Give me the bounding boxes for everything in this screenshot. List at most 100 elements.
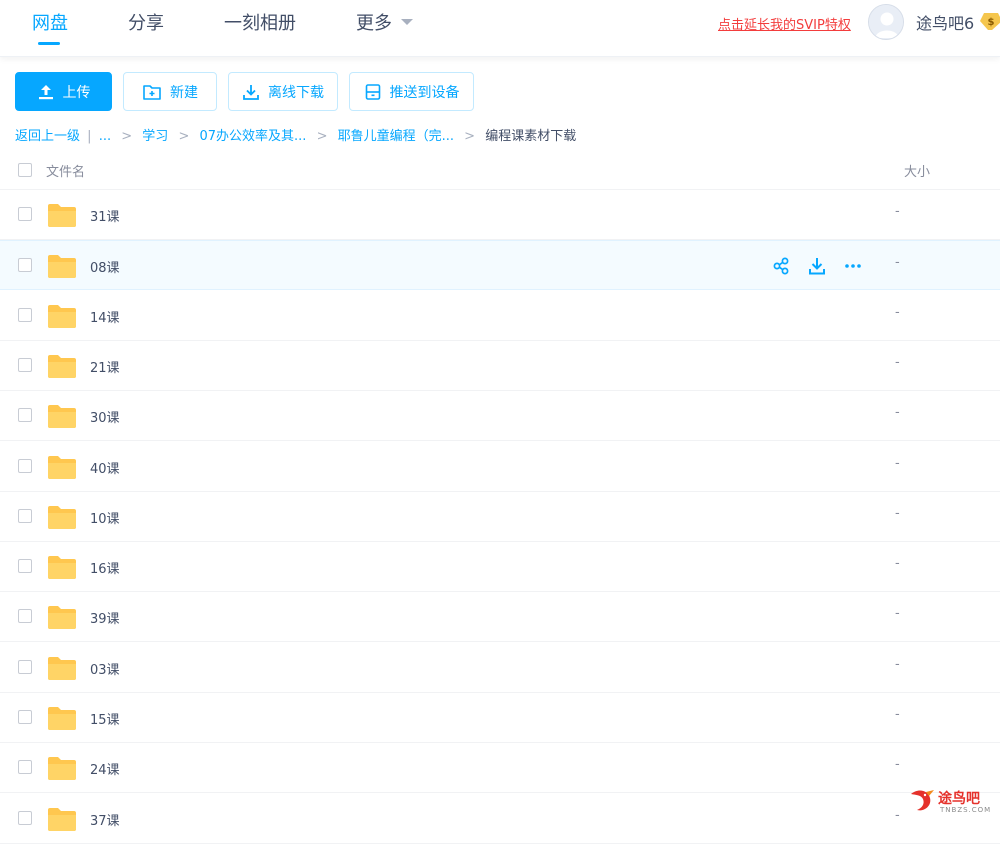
tab-more-label: 更多 bbox=[356, 13, 392, 34]
tab-more[interactable]: 更多 bbox=[356, 9, 413, 35]
chevron-down-icon bbox=[401, 19, 413, 25]
folder-icon bbox=[48, 707, 76, 730]
file-row[interactable]: 10课 - bbox=[0, 492, 1000, 542]
file-size: - bbox=[895, 707, 900, 722]
vip-badge-icon[interactable]: $ bbox=[978, 11, 1000, 31]
file-name[interactable]: 14课 bbox=[90, 307, 120, 326]
file-name[interactable]: 16课 bbox=[90, 558, 120, 577]
svip-renew-link[interactable]: 点击延长我的SVIP特权 bbox=[718, 14, 851, 33]
top-navbar: 网盘 分享 一刻相册 更多 点击延长我的SVIP特权 途鸟吧6 $ bbox=[0, 0, 1000, 57]
file-row[interactable]: 15课 - bbox=[0, 693, 1000, 743]
row-checkbox[interactable] bbox=[18, 609, 32, 623]
tab-netdisk[interactable]: 网盘 bbox=[32, 9, 68, 35]
file-name[interactable]: 10课 bbox=[90, 508, 120, 527]
folder-icon bbox=[48, 606, 76, 629]
file-name[interactable]: 21课 bbox=[90, 357, 120, 376]
watermark-subtext: TNBZS.COM bbox=[940, 806, 992, 814]
folder-icon bbox=[48, 305, 76, 328]
breadcrumb-separator: > bbox=[121, 129, 133, 144]
row-checkbox[interactable] bbox=[18, 760, 32, 774]
folder-icon bbox=[48, 657, 76, 680]
file-name[interactable]: 40课 bbox=[90, 458, 120, 477]
folder-icon bbox=[48, 255, 76, 278]
file-size: - bbox=[895, 556, 900, 571]
file-row[interactable]: 30课 - bbox=[0, 391, 1000, 441]
column-header-size[interactable]: 大小 bbox=[904, 161, 930, 180]
file-list-header: 文件名 大小 bbox=[0, 150, 1000, 190]
bird-logo-icon bbox=[911, 790, 934, 811]
breadcrumb-separator: > bbox=[316, 129, 328, 144]
file-size: - bbox=[895, 757, 900, 772]
row-checkbox[interactable] bbox=[18, 710, 32, 724]
row-checkbox[interactable] bbox=[18, 459, 32, 473]
file-name[interactable]: 39课 bbox=[90, 608, 120, 627]
file-name[interactable]: 15课 bbox=[90, 709, 120, 728]
file-name[interactable]: 24课 bbox=[90, 759, 120, 778]
tab-moment-album[interactable]: 一刻相册 bbox=[224, 9, 296, 35]
file-row[interactable]: 14课 - bbox=[0, 291, 1000, 341]
file-size: - bbox=[895, 456, 900, 471]
share-icon[interactable] bbox=[771, 256, 791, 276]
new-label: 新建 bbox=[170, 84, 198, 101]
folder-icon bbox=[48, 757, 76, 780]
row-checkbox[interactable] bbox=[18, 308, 32, 322]
row-checkbox[interactable] bbox=[18, 559, 32, 573]
folder-icon bbox=[48, 506, 76, 529]
breadcrumb-item-yale[interactable]: 耶鲁儿童编程（完... bbox=[338, 129, 454, 144]
row-checkbox[interactable] bbox=[18, 358, 32, 372]
file-name[interactable]: 08课 bbox=[90, 257, 120, 276]
file-row[interactable]: 24课 - bbox=[0, 743, 1000, 793]
row-checkbox[interactable] bbox=[18, 258, 32, 272]
push-to-device-button[interactable]: 推送到设备 bbox=[349, 72, 474, 111]
row-checkbox[interactable] bbox=[18, 811, 32, 825]
file-name[interactable]: 31课 bbox=[90, 206, 120, 225]
row-checkbox[interactable] bbox=[18, 408, 32, 422]
toolbar: 上传 新建 离线下载 推送到设备 bbox=[0, 72, 1000, 112]
file-row[interactable]: 39课 - bbox=[0, 592, 1000, 642]
avatar[interactable] bbox=[868, 4, 904, 40]
row-checkbox[interactable] bbox=[18, 660, 32, 674]
file-row[interactable]: 08课 - bbox=[0, 240, 1000, 290]
watermark-text: 途鸟吧 bbox=[938, 791, 980, 807]
folder-icon bbox=[48, 204, 76, 227]
select-all-checkbox[interactable] bbox=[18, 163, 32, 177]
file-row[interactable]: 40课 - bbox=[0, 442, 1000, 492]
breadcrumb-back[interactable]: 返回上一级 bbox=[15, 129, 80, 144]
tab-share[interactable]: 分享 bbox=[128, 9, 164, 35]
file-row[interactable]: 31课 - bbox=[0, 190, 1000, 240]
breadcrumb-ellipsis[interactable]: ... bbox=[99, 129, 111, 144]
active-tab-indicator bbox=[38, 42, 60, 45]
folder-icon bbox=[48, 405, 76, 428]
upload-label: 上传 bbox=[62, 84, 91, 101]
push-to-device-label: 推送到设备 bbox=[389, 84, 460, 101]
row-actions bbox=[771, 256, 863, 276]
file-name[interactable]: 30课 bbox=[90, 407, 120, 426]
upload-icon bbox=[38, 84, 53, 99]
file-size: - bbox=[895, 255, 900, 270]
breadcrumb-item-study[interactable]: 学习 bbox=[142, 129, 168, 144]
breadcrumb-separator: > bbox=[178, 129, 190, 144]
file-row[interactable]: 03课 - bbox=[0, 643, 1000, 693]
file-size: - bbox=[895, 204, 900, 219]
file-size: - bbox=[895, 808, 900, 823]
file-row[interactable]: 21课 - bbox=[0, 341, 1000, 391]
new-folder-icon bbox=[143, 84, 161, 100]
column-header-name[interactable]: 文件名 bbox=[46, 161, 85, 180]
new-button[interactable]: 新建 bbox=[123, 72, 217, 111]
row-checkbox[interactable] bbox=[18, 509, 32, 523]
breadcrumb-separator: > bbox=[464, 129, 476, 144]
device-icon bbox=[365, 83, 380, 100]
username[interactable]: 途鸟吧6 bbox=[916, 10, 974, 34]
file-name[interactable]: 03课 bbox=[90, 659, 120, 678]
more-icon[interactable] bbox=[843, 256, 863, 276]
breadcrumb-item-office[interactable]: 07办公效率及其... bbox=[199, 129, 306, 144]
upload-button[interactable]: 上传 bbox=[15, 72, 112, 111]
offline-download-label: 离线下载 bbox=[268, 84, 324, 101]
download-icon[interactable] bbox=[807, 256, 827, 276]
vip-badge-symbol: $ bbox=[988, 17, 995, 28]
user-avatar-icon bbox=[869, 5, 903, 39]
offline-download-button[interactable]: 离线下载 bbox=[228, 72, 338, 111]
file-row[interactable]: 37课 - bbox=[0, 794, 1000, 844]
row-checkbox[interactable] bbox=[18, 207, 32, 221]
file-row[interactable]: 16课 - bbox=[0, 542, 1000, 592]
